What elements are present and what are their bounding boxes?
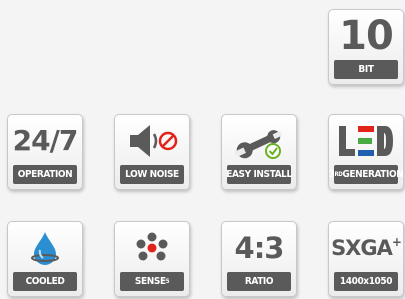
badge-operation-value: 24/7 (12, 124, 79, 157)
badge-cooled: COOLED (7, 221, 83, 297)
badge-sxga: SXGA+ 1400x1050 (328, 221, 404, 297)
badge-10bit: 10 BIT (328, 9, 404, 85)
badge-operation: 24/7 OPERATION (7, 114, 83, 190)
sxga-text: SXGA (331, 236, 393, 260)
badge-10bit-label: BIT (334, 60, 398, 79)
badge-sxga-value: SXGA+ (331, 235, 402, 260)
badge-sense: SENSE 5 (114, 221, 190, 297)
badge-operation-label: OPERATION (13, 165, 77, 184)
badge-easy-install-label: EASY INSTALL (226, 165, 292, 184)
water-drop-icon (31, 231, 59, 265)
badge-ratio: 4:3 RATIO (221, 221, 297, 297)
speaker-no-sound-icon (130, 124, 178, 157)
badge-low-noise: LOW NOISE (114, 114, 190, 190)
led-logo (339, 125, 393, 156)
badge-sxga-label: 1400x1050 (334, 272, 398, 291)
badge-led-label: 3 RD GENERATION (329, 165, 403, 184)
sxga-plus: + (391, 235, 402, 249)
badge-easy-install: EASY INSTALL (221, 114, 297, 190)
badge-ratio-label: RATIO (227, 272, 291, 291)
badge-low-noise-label: LOW NOISE (120, 165, 184, 184)
badge-ratio-value: 4:3 (234, 230, 285, 265)
badge-10bit-value: 10 (339, 12, 394, 59)
led-label-text: GENERATION (342, 169, 404, 180)
badge-sense-label: SENSE 5 (120, 272, 184, 291)
led-label-suffix: RD (334, 171, 343, 178)
sensor-dots-icon (136, 232, 168, 260)
sense-label-text: SENSE (134, 276, 166, 287)
badge-cooled-label: COOLED (13, 272, 77, 291)
badge-led: 3 RD GENERATION (328, 114, 404, 190)
sense-label-superscript: 5 (165, 278, 170, 285)
wrench-check-icon (234, 129, 283, 159)
